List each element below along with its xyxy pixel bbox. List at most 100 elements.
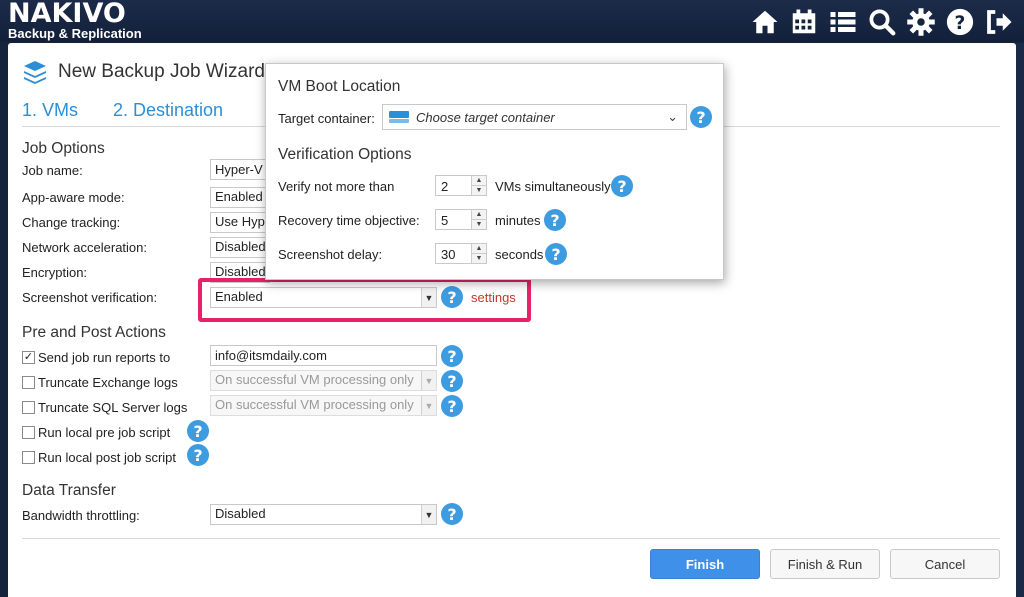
home-icon[interactable] xyxy=(747,4,782,39)
network-acceleration-label: Network acceleration: xyxy=(22,240,147,255)
step-destination[interactable]: 2. Destination xyxy=(113,100,223,121)
help-icon[interactable]: ? xyxy=(544,209,566,231)
finish-run-button[interactable]: Finish & Run xyxy=(770,549,880,579)
stack-icon xyxy=(24,61,46,84)
svg-text:?: ? xyxy=(954,12,965,33)
change-tracking-select[interactable]: Use Hype xyxy=(210,212,270,233)
stepper-buttons[interactable]: ▲ ▼ xyxy=(471,244,486,263)
pre-script-label: Run local pre job script xyxy=(38,425,171,440)
screenshot-delay-label: Screenshot delay: xyxy=(278,247,383,262)
storage-icon xyxy=(389,111,409,123)
footer-divider xyxy=(22,538,1000,539)
background-edge xyxy=(1016,43,1024,597)
chevron-down-icon: ▼ xyxy=(421,505,436,524)
truncate-exchange-select: On successful VM processing only ▼ xyxy=(210,370,437,391)
chevron-down-icon: ▼ xyxy=(421,396,436,415)
help-icon[interactable]: ? xyxy=(441,503,463,525)
pre-post-heading: Pre and Post Actions xyxy=(22,324,166,341)
help-icon[interactable]: ? xyxy=(942,4,977,39)
cancel-button[interactable]: Cancel xyxy=(890,549,1000,579)
app-aware-label: App-aware mode: xyxy=(22,190,125,205)
wizard-title: New Backup Job Wizard f xyxy=(58,61,276,82)
screenshot-verification-label: Screenshot verification: xyxy=(22,290,158,305)
rto-value: 5 xyxy=(441,213,449,228)
help-icon[interactable]: ? xyxy=(611,175,633,197)
encryption-value: Disabled xyxy=(215,264,266,279)
wizard-header: New Backup Job Wizard f xyxy=(22,59,276,85)
top-toolbar: ? xyxy=(747,4,1016,39)
nakivo-logo: NAKIVO Backup & Replication xyxy=(8,0,142,41)
help-icon[interactable]: ? xyxy=(441,395,463,417)
help-icon[interactable]: ? xyxy=(441,370,463,392)
truncate-exchange-label: Truncate Exchange logs xyxy=(38,375,178,390)
verify-limit-stepper[interactable]: 2 ▲ ▼ xyxy=(435,175,487,196)
calendar-icon[interactable] xyxy=(786,4,821,39)
bandwidth-select[interactable]: Disabled ▼ xyxy=(210,504,437,525)
post-script-checkbox[interactable] xyxy=(22,451,35,464)
finish-button[interactable]: Finish xyxy=(650,549,760,579)
job-name-field[interactable]: Hyper-V xyxy=(210,159,270,180)
verify-limit-unit: VMs simultaneously xyxy=(495,179,611,194)
report-email-field[interactable]: info@itsmdaily.com xyxy=(210,345,437,366)
verification-options-heading: Verification Options xyxy=(278,146,412,163)
help-icon[interactable]: ? xyxy=(545,243,567,265)
network-acceleration-value: Disabled xyxy=(215,239,266,254)
chevron-down-icon: ⌄ xyxy=(667,109,678,124)
logout-icon[interactable] xyxy=(981,4,1016,39)
verify-limit-value: 2 xyxy=(441,179,449,194)
truncate-sql-select: On successful VM processing only ▼ xyxy=(210,395,437,416)
truncate-exchange-value: On successful VM processing only xyxy=(215,372,414,387)
app-aware-value: Enabled xyxy=(215,189,263,204)
chevron-down-icon[interactable]: ▼ xyxy=(472,186,486,195)
rto-stepper[interactable]: 5 ▲ ▼ xyxy=(435,209,487,230)
logo-wordmark: NAKIVO xyxy=(8,0,126,29)
top-bar: NAKIVO Backup & Replication ? xyxy=(0,0,1024,42)
step-vms[interactable]: 1. VMs xyxy=(22,100,78,121)
chevron-down-icon: ▼ xyxy=(421,371,436,390)
highlight-box xyxy=(198,278,531,322)
chevron-up-icon[interactable]: ▲ xyxy=(472,176,486,186)
help-icon[interactable]: ? xyxy=(187,444,209,466)
job-name-label: Job name: xyxy=(22,163,83,178)
rto-unit: minutes xyxy=(495,213,541,228)
verify-limit-label: Verify not more than xyxy=(278,179,395,194)
screenshot-delay-value: 30 xyxy=(441,247,456,262)
rto-label: Recovery time objective: xyxy=(278,213,420,228)
search-icon[interactable] xyxy=(864,4,899,39)
help-icon[interactable]: ? xyxy=(441,345,463,367)
target-container-select[interactable]: Choose target container ⌄ xyxy=(382,104,687,130)
change-tracking-label: Change tracking: xyxy=(22,215,121,230)
truncate-sql-label: Truncate SQL Server logs xyxy=(38,400,188,415)
stepper-buttons[interactable]: ▲ ▼ xyxy=(471,210,486,229)
help-icon[interactable]: ? xyxy=(690,106,712,128)
app-aware-select[interactable]: Enabled xyxy=(210,187,270,208)
screenshot-delay-unit: seconds xyxy=(495,247,544,262)
logo-subtitle: Backup & Replication xyxy=(8,26,142,41)
screenshot-settings-popup: VM Boot Location Target container: Choos… xyxy=(265,63,724,280)
chevron-down-icon[interactable]: ▼ xyxy=(472,254,486,263)
stepper-buttons[interactable]: ▲ ▼ xyxy=(471,176,486,195)
change-tracking-value: Use Hype xyxy=(215,214,270,229)
truncate-exchange-checkbox[interactable] xyxy=(22,376,35,389)
truncate-sql-value: On successful VM processing only xyxy=(215,397,414,412)
chevron-up-icon[interactable]: ▲ xyxy=(472,244,486,254)
bandwidth-value: Disabled xyxy=(215,506,266,521)
bandwidth-label: Bandwidth throttling: xyxy=(22,508,140,523)
boot-location-heading: VM Boot Location xyxy=(278,78,401,95)
chevron-down-icon[interactable]: ▼ xyxy=(472,220,486,229)
encryption-label: Encryption: xyxy=(22,265,88,280)
help-icon[interactable]: ? xyxy=(187,420,209,442)
target-container-label: Target container: xyxy=(278,111,375,126)
list-icon[interactable] xyxy=(825,4,860,39)
send-reports-checkbox[interactable]: ✓ xyxy=(22,351,35,364)
send-reports-label: Send job run reports to xyxy=(38,350,171,365)
gear-icon[interactable] xyxy=(903,4,938,39)
screenshot-delay-stepper[interactable]: 30 ▲ ▼ xyxy=(435,243,487,264)
job-options-heading: Job Options xyxy=(22,140,105,157)
post-script-label: Run local post job script xyxy=(38,450,177,465)
truncate-sql-checkbox[interactable] xyxy=(22,401,35,414)
chevron-up-icon[interactable]: ▲ xyxy=(472,210,486,220)
target-container-placeholder: Choose target container xyxy=(416,110,555,125)
pre-script-checkbox[interactable] xyxy=(22,426,35,439)
network-acceleration-select[interactable]: Disabled xyxy=(210,237,270,258)
